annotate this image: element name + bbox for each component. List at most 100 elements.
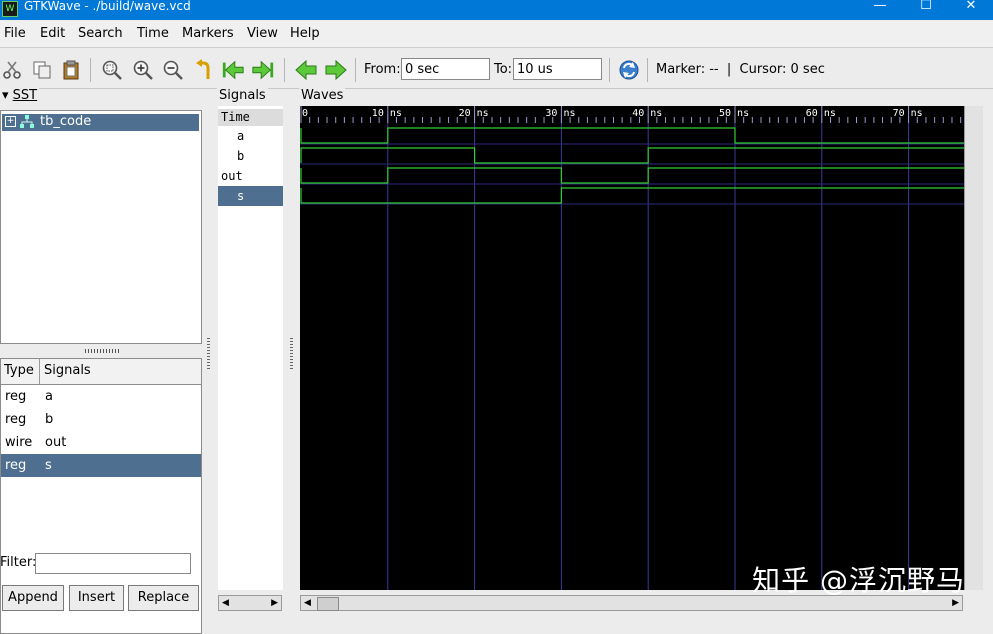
sst-panel: ▾ SST + tb_code Type Signals reg a reg b… [0, 88, 209, 634]
toolbar-separator [355, 58, 356, 82]
toolbar-separator [284, 58, 285, 82]
filter-label: Filter: [0, 555, 37, 570]
copy-icon[interactable] [30, 58, 54, 82]
menu-help[interactable]: Help [290, 26, 320, 41]
close-icon[interactable]: ✕ [948, 0, 993, 20]
signal-name: s [45, 458, 52, 473]
signals-hscrollbar[interactable]: ◀ ▶ [218, 595, 282, 611]
signal-row-selected[interactable]: s [218, 186, 283, 206]
from-label: From: [364, 62, 401, 77]
scroll-thumb[interactable] [317, 597, 339, 611]
time-tick-label: 20 ns [459, 108, 489, 119]
menu-view[interactable]: View [247, 26, 278, 41]
waveform-a [300, 127, 964, 144]
signal-name: a [45, 389, 53, 404]
signals-frame-label: Signals [217, 88, 268, 103]
title-bar: W GTKWave - ./build/wave.vcd — ☐ ✕ [0, 0, 993, 20]
window-title: GTKWave - ./build/wave.vcd [24, 0, 191, 13]
filter-input[interactable] [35, 553, 191, 574]
menu-time[interactable]: Time [137, 26, 169, 41]
column-header-signals[interactable]: Signals [44, 363, 91, 378]
waves-vscrollbar[interactable] [964, 106, 983, 590]
time-tick-label: 50 ns [719, 108, 749, 119]
time-tick-label: 60 ns [806, 108, 836, 119]
list-item[interactable]: reg a [1, 385, 201, 408]
scroll-left-icon[interactable]: ◀ [222, 596, 229, 610]
tree-item-tb-code[interactable]: + tb_code [2, 114, 199, 131]
time-tick-label: 10 ns [372, 108, 402, 119]
column-divider [39, 359, 40, 384]
goto-end-icon[interactable] [251, 58, 275, 82]
marker-cursor-readout: Marker: -- | Cursor: 0 sec [656, 62, 825, 77]
pane-resize-grip[interactable] [85, 349, 119, 353]
waves-frame-label: Waves [299, 88, 346, 103]
signal-type: reg [5, 412, 27, 427]
cut-icon[interactable] [0, 58, 24, 82]
zoom-out-icon[interactable] [161, 58, 185, 82]
signal-row[interactable]: out [218, 166, 283, 186]
waveform-svg: 0 10 ns 20 ns 30 ns 40 ns 50 ns 60 ns 70 ns [300, 106, 964, 590]
waveform-b [300, 147, 964, 164]
sst-frame-label: ▾ SST [0, 88, 40, 103]
list-item[interactable]: reg b [1, 408, 201, 431]
menu-edit[interactable]: Edit [40, 26, 65, 41]
menu-markers[interactable]: Markers [182, 26, 234, 41]
waveform-out [300, 167, 964, 184]
undo-zoom-icon[interactable] [192, 58, 216, 82]
time-tick-label: 70 ns [893, 108, 923, 119]
menu-search[interactable]: Search [78, 26, 123, 41]
maximize-icon[interactable]: ☐ [903, 0, 949, 20]
list-item-selected[interactable]: reg s [1, 454, 201, 477]
toolbar-separator [647, 58, 648, 82]
signal-row-label: out [221, 169, 243, 183]
hierarchy-icon [20, 115, 34, 133]
list-header: Type Signals [1, 359, 201, 385]
reload-icon[interactable] [617, 58, 641, 82]
toolbar: From: To: Marker: -- | Cursor: 0 sec [0, 52, 993, 89]
signal-row-label: s [237, 189, 245, 203]
signal-type: reg [5, 389, 27, 404]
zoom-fit-icon[interactable] [100, 58, 124, 82]
replace-button[interactable]: Replace [128, 585, 199, 611]
signals-list: Time a b out s [218, 106, 283, 590]
next-icon[interactable] [324, 58, 348, 82]
tree-item-label: tb_code [40, 114, 92, 129]
minimize-icon[interactable]: — [857, 0, 903, 20]
pane-splitter-grip[interactable] [290, 338, 293, 370]
append-button[interactable]: Append [2, 585, 64, 611]
insert-button[interactable]: Insert [69, 585, 124, 611]
waves-canvas[interactable]: 0 10 ns 20 ns 30 ns 40 ns 50 ns 60 ns 70 ns [300, 106, 964, 590]
sst-tree: + tb_code [0, 110, 202, 344]
signal-name: out [45, 435, 67, 450]
signal-name: b [45, 412, 54, 427]
time-tick-label: 30 ns [545, 108, 575, 119]
toolbar-separator [609, 58, 610, 82]
goto-start-icon[interactable] [221, 58, 245, 82]
signals-header: Time [218, 109, 283, 126]
to-label: To: [494, 62, 513, 77]
signal-row-label: a [237, 129, 245, 143]
pane-splitter-grip[interactable] [207, 338, 210, 370]
zoom-in-icon[interactable] [131, 58, 155, 82]
time-header-label: Time [221, 110, 250, 124]
signal-row-label: b [237, 149, 245, 163]
scroll-right-icon[interactable]: ▶ [271, 596, 278, 610]
scroll-left-icon[interactable]: ◀ [304, 596, 311, 610]
column-header-type[interactable]: Type [4, 363, 34, 378]
gtkwave-app-icon: W [2, 1, 18, 17]
expand-icon[interactable]: + [5, 116, 16, 127]
from-input[interactable] [401, 58, 490, 80]
signal-row[interactable]: a [218, 126, 283, 146]
watermark-text: 知乎 @浮沉野马 [752, 564, 965, 597]
menu-file[interactable]: File [4, 26, 26, 41]
menu-bar: File Edit Search Time Markers View Help [0, 21, 993, 48]
prev-icon[interactable] [294, 58, 318, 82]
time-tick-label: 0 [302, 108, 308, 119]
toolbar-separator [90, 58, 91, 82]
list-item[interactable]: wire out [1, 431, 201, 454]
time-tick-label: 40 ns [632, 108, 662, 119]
signal-row[interactable]: b [218, 146, 283, 166]
paste-icon[interactable] [59, 58, 83, 82]
signal-type: reg [5, 458, 27, 473]
to-input[interactable] [513, 58, 602, 80]
